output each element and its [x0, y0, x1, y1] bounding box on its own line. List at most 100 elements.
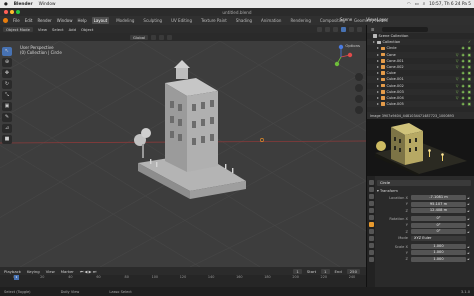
camera-toggle-icon[interactable]: ▣	[468, 65, 471, 69]
tab-rendering[interactable]: Rendering	[288, 17, 312, 24]
annotate-tool-icon[interactable]: ✎	[2, 113, 12, 122]
eye-icon[interactable]: ◉	[461, 59, 464, 63]
expand-icon[interactable]	[377, 103, 379, 106]
rotation-x-field[interactable]: 0°	[411, 216, 466, 222]
app-name[interactable]: Blender	[14, 2, 33, 7]
location-z-field[interactable]: 12.408 m	[411, 208, 466, 214]
menu-file[interactable]: File	[13, 18, 20, 23]
close-window-button[interactable]	[4, 10, 8, 14]
add-cube-tool-icon[interactable]: ■	[2, 135, 12, 144]
rotation-y-field[interactable]: 0°	[411, 222, 466, 228]
lock-icon[interactable]: 🔓︎	[466, 251, 471, 255]
scale-y-field[interactable]: 1.000	[411, 250, 466, 256]
blender-logo-icon[interactable]	[3, 18, 8, 23]
camera-toggle-icon[interactable]: ▣	[468, 71, 471, 75]
tab-texture-paint[interactable]: Texture Paint	[199, 17, 229, 24]
eye-icon[interactable]: ◉	[461, 77, 464, 81]
timeline-ruler[interactable]: 0 20 40 60 80 100 120 140 160 180 200 22…	[0, 275, 366, 280]
playback-controls-icon[interactable]: ⏮ ◀ ▶ ⏭	[80, 269, 96, 274]
constraint-tab-icon[interactable]	[368, 243, 374, 248]
transform-section-header[interactable]: ▾ Transform	[377, 189, 471, 193]
eye-icon[interactable]: ◉	[461, 71, 464, 75]
wifi-icon[interactable]: ◠	[407, 2, 411, 7]
start-frame-field[interactable]: 1	[321, 268, 330, 274]
object-tab-icon[interactable]	[368, 222, 374, 227]
lock-icon[interactable]: 🔓︎	[466, 196, 471, 200]
render-tab-icon[interactable]	[368, 187, 374, 192]
outliner-filter-icon[interactable]: ☰	[371, 27, 374, 32]
zoom-icon[interactable]	[355, 73, 363, 81]
object-name-field[interactable]: Circle	[377, 180, 471, 186]
xray-icon[interactable]	[325, 26, 330, 32]
lock-icon[interactable]: 🔓︎	[466, 245, 471, 249]
output-tab-icon[interactable]	[368, 194, 374, 199]
menu-object[interactable]: Object	[81, 27, 93, 32]
outliner-search-input[interactable]	[382, 26, 429, 32]
material-tab-icon[interactable]	[368, 257, 374, 262]
pivot-icon[interactable]	[151, 34, 157, 40]
menu-help[interactable]: Help	[77, 18, 86, 23]
ortho-toggle-icon[interactable]	[355, 106, 363, 114]
camera-toggle-icon[interactable]: ▣	[468, 84, 471, 88]
transform-tool-icon[interactable]: ▣	[2, 102, 12, 111]
camera-toggle-icon[interactable]: ▣	[468, 96, 471, 100]
expand-icon[interactable]	[377, 96, 379, 99]
solid-shading-icon[interactable]	[341, 26, 346, 32]
scale-z-field[interactable]: 1.000	[411, 256, 466, 262]
menu-window[interactable]: Window	[57, 18, 73, 23]
orientation-dropdown[interactable]: Global	[130, 34, 149, 40]
battery-icon[interactable]: ▭	[415, 2, 419, 7]
lock-icon[interactable]: 🔓︎	[466, 209, 471, 213]
camera-toggle-icon[interactable]: ▣	[468, 46, 471, 50]
proportional-edit-icon[interactable]	[167, 34, 173, 40]
view-layer-selector[interactable]: View Layer	[366, 17, 388, 22]
search-icon[interactable]: ⌕	[423, 2, 425, 7]
expand-icon[interactable]	[377, 66, 379, 69]
tab-sculpting[interactable]: Sculpting	[141, 17, 164, 24]
eye-icon[interactable]: ◉	[461, 65, 464, 69]
menu-add[interactable]: Add	[69, 27, 76, 32]
expand-icon[interactable]	[377, 47, 379, 50]
tab-animation[interactable]: Animation	[259, 17, 283, 24]
move-tool-icon[interactable]: ✥	[2, 69, 12, 78]
eye-icon[interactable]: ◉	[461, 96, 464, 100]
camera-view-icon[interactable]	[355, 95, 363, 103]
scale-x-field[interactable]: 1.000	[411, 244, 466, 250]
pan-icon[interactable]	[355, 84, 363, 92]
snap-icon[interactable]	[159, 34, 165, 40]
camera-toggle-icon[interactable]: ▣	[468, 102, 471, 106]
measure-tool-icon[interactable]: ⊿	[2, 124, 12, 133]
tab-layout[interactable]: Layout	[91, 17, 110, 24]
cursor-tool-icon[interactable]: ⊕	[2, 58, 12, 67]
select-tool-icon[interactable]: ↖	[2, 47, 12, 56]
camera-toggle-icon[interactable]: ▣	[468, 90, 471, 94]
tab-uv-editing[interactable]: UV Editing	[169, 17, 194, 24]
scene-tab-icon[interactable]	[368, 208, 374, 213]
eye-icon[interactable]: ◉	[461, 46, 464, 50]
rotation-z-field[interactable]: 0°	[411, 229, 466, 235]
lock-icon[interactable]: 🔓︎	[466, 230, 471, 234]
lock-icon[interactable]: 🔓︎	[466, 217, 471, 221]
zoom-window-button[interactable]	[16, 10, 20, 14]
minimize-window-button[interactable]	[10, 10, 14, 14]
data-tab-icon[interactable]	[368, 250, 374, 255]
tab-modeling[interactable]: Modeling	[114, 17, 136, 24]
location-y-field[interactable]: 95.107 m	[411, 201, 466, 207]
material-shading-icon[interactable]	[349, 26, 354, 32]
image-editor[interactable]: Image 3907x9404_4481034471487723_1000893	[366, 112, 474, 176]
location-x-field[interactable]: -7.1081 m	[411, 195, 466, 201]
menu-view[interactable]: View	[38, 27, 47, 32]
expand-icon[interactable]	[377, 84, 379, 87]
expand-icon[interactable]	[377, 78, 379, 81]
overlay-icon[interactable]	[317, 26, 322, 32]
timeline-area[interactable]: 0 20 40 60 80 100 120 140 160 180 200 22…	[0, 275, 366, 287]
eye-icon[interactable]: ◉	[461, 102, 464, 106]
eye-icon[interactable]: ◉	[461, 84, 464, 88]
expand-icon[interactable]	[373, 41, 375, 44]
image-editor-header[interactable]: Image 3907x9404_4481034471487723_1000893	[367, 112, 474, 119]
checkbox-icon[interactable]: ✓	[468, 40, 471, 44]
apple-icon[interactable]: ●	[4, 2, 8, 7]
timeline-menu-keying[interactable]: Keying	[27, 269, 40, 274]
world-tab-icon[interactable]	[368, 215, 374, 220]
modifier-tab-icon[interactable]	[368, 229, 374, 234]
